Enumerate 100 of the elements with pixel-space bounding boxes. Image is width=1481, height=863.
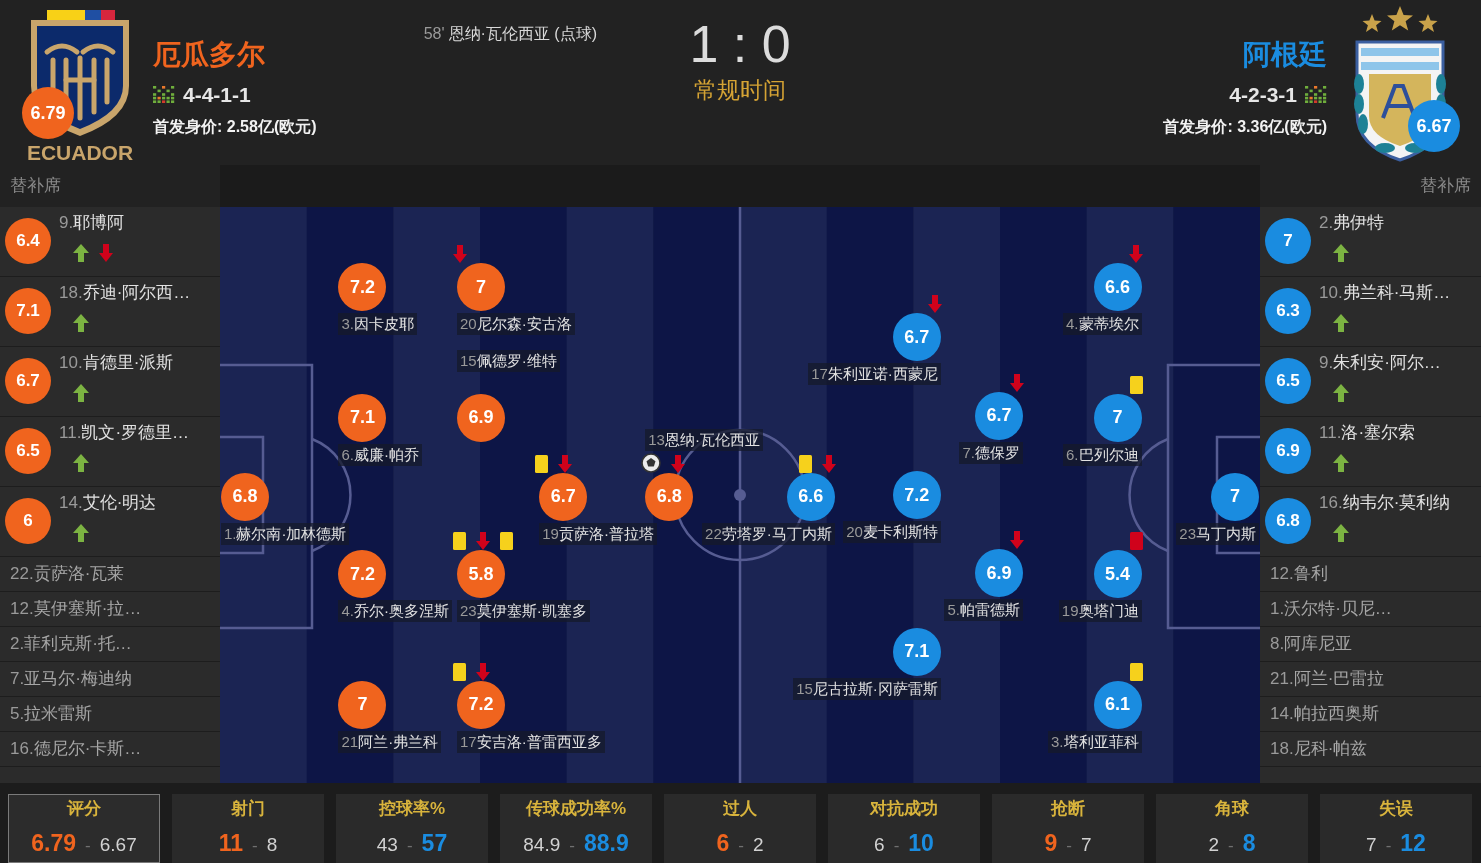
stat-value: 12 [1400,830,1426,856]
stat-tile[interactable]: 控球率% 43 - 57 [336,794,488,863]
bench-player-name: 16.德尼尔·卡斯… [10,738,143,760]
stat-title: 抢断 [1051,798,1085,820]
player-label: 5.帕雷德斯 [944,599,1023,622]
stat-value: 8 [1242,830,1256,856]
ball-icon [641,452,662,473]
bench-player-name: 1.沃尔特·贝尼… [1270,598,1393,620]
player-label: 20麦卡利斯特 [843,521,941,543]
stat-value: 6.79 [31,830,77,856]
market-value-text: 首发身价: 3.36亿(欧元) [1163,117,1327,137]
stat-title: 传球成功率% [525,798,627,820]
player-label: 6.巴列尔迪 [1063,443,1142,466]
stat-tile[interactable]: 传球成功率% 84.9 - 88.9 [500,794,652,863]
formation-text: 4-2-3-1 [1229,83,1297,107]
up-arrow-icon [73,314,89,332]
stat-title: 控球率% [378,798,446,820]
stat-tile[interactable]: 射门 11 - 8 [172,794,324,863]
down-arrow-icon [1009,373,1024,392]
formation-text: 4-4-1-1 [183,83,251,107]
player-rating: 6.5 [1265,358,1311,404]
bench-player-name: 9.朱利安·阿尔… [1319,352,1441,374]
team-name: 阿根廷 [1242,38,1327,72]
stat-tile[interactable]: 失误 7 - 12 [1320,794,1472,863]
player-label: 6.威廉·帕乔 [338,443,422,466]
up-arrow-icon [73,454,89,472]
stat-separator: - [893,835,900,857]
bench-title: 替补席 [1419,176,1471,195]
bench-player-name: 2.菲利克斯·托… [10,633,133,655]
up-arrow-icon [73,524,89,542]
stat-separator: - [406,835,413,857]
goal-minute: 58' [423,24,445,44]
player-rating: 6 [5,498,51,544]
down-arrow-icon [453,245,468,264]
stat-value: 6 [874,833,885,857]
player-rating: 6.3 [1265,288,1311,334]
up-arrow-icon [1333,244,1349,262]
match-status: 常规时间 [693,76,787,104]
bench-player-name: 11.凯文·罗德里… [59,422,190,444]
player-label: 3.塔利亚菲科 [1048,730,1142,753]
stat-separator: - [1385,835,1392,857]
stat-separator: - [1066,835,1072,857]
bench-player-name: 2.弗伊特 [1319,212,1385,234]
player-rating: 6.9 [1265,428,1311,474]
stat-tile[interactable]: 抢断 9 - 7 [992,794,1144,863]
player-rating: 6.8 [1265,498,1311,544]
player-rating: 6.7 [5,358,51,404]
stat-tile[interactable]: 评分 6.79 - 6.67 [8,794,160,863]
bench-player-name: 18.乔迪·阿尔西… [59,282,191,304]
bench-player-name: 16.纳韦尔·莫利纳 [1319,492,1451,514]
bench-player-name: 14.艾伦·明达 [59,492,157,514]
up-arrow-icon [73,384,89,402]
stat-value: 9 [1044,830,1058,856]
player-label: 4.乔尔·奥多涅斯 [338,600,452,623]
stat-value: 43 [376,833,398,857]
stat-value: 7 [1366,833,1377,857]
stat-value: 11 [218,830,244,856]
formation-icon [153,86,175,104]
bench-player-name: 10.肯德里·派斯 [59,352,174,374]
player-label: 15佩德罗·维特 [457,349,560,372]
down-arrow-icon [1128,245,1143,264]
score-text: 1 : 0 [688,16,792,72]
down-arrow-icon [99,244,113,262]
bench-player-name: 11.洛·塞尔索 [1319,422,1416,444]
stat-separator: - [1228,835,1234,857]
stat-separator: - [85,835,91,857]
team-rating-badge: 6.79 [22,87,74,139]
player-label: 13恩纳·瓦伦西亚 [645,428,763,451]
stat-value: 2 [752,833,764,857]
player-rating: 7.1 [5,288,51,334]
up-arrow-icon [1333,454,1349,472]
player-label: 22劳塔罗·马丁内斯 [702,522,835,545]
stat-tile[interactable]: 对抗成功 6 - 10 [828,794,980,863]
stat-separator: - [569,835,575,857]
player-label: 7.德保罗 [959,441,1023,464]
bench-title: 替补席 [9,176,61,195]
bench-player-name: 10.弗兰科·马斯… [1319,282,1451,304]
player-label: 15尼古拉斯·冈萨雷斯 [793,677,941,700]
player-label: 21阿兰·弗兰科 [338,730,442,753]
down-arrow-icon [821,454,836,473]
player-label: 17安吉洛·普雷西亚多 [457,730,605,753]
stat-tile[interactable]: 角球 2 - 8 [1156,794,1308,863]
down-arrow-icon [927,295,942,314]
logo-caption: ECUADOR [25,141,135,165]
stat-title: 对抗成功 [870,798,938,820]
stat-value: 57 [421,830,448,856]
bench-player-name: 5.拉米雷斯 [10,703,94,725]
bench-player-name: 14.帕拉西奥斯 [1270,703,1380,725]
stat-title: 评分 [67,798,101,820]
player-label: 23莫伊塞斯·凯塞多 [457,600,590,623]
stat-value: 6 [716,830,730,856]
player-label: 19贡萨洛·普拉塔 [539,522,657,545]
stat-tile[interactable]: 过人 6 - 2 [664,794,816,863]
bench-player-name: 22.贡萨洛·瓦莱 [10,563,126,585]
player-label: 23马丁内斯 [1176,522,1260,545]
stat-value: 88.9 [583,830,629,856]
team-name: 厄瓜多尔 [153,38,266,72]
down-arrow-icon [558,454,573,473]
bench-player-name: 12.莫伊塞斯·拉… [10,598,143,620]
bench-player-name: 9.耶博阿 [59,212,125,234]
